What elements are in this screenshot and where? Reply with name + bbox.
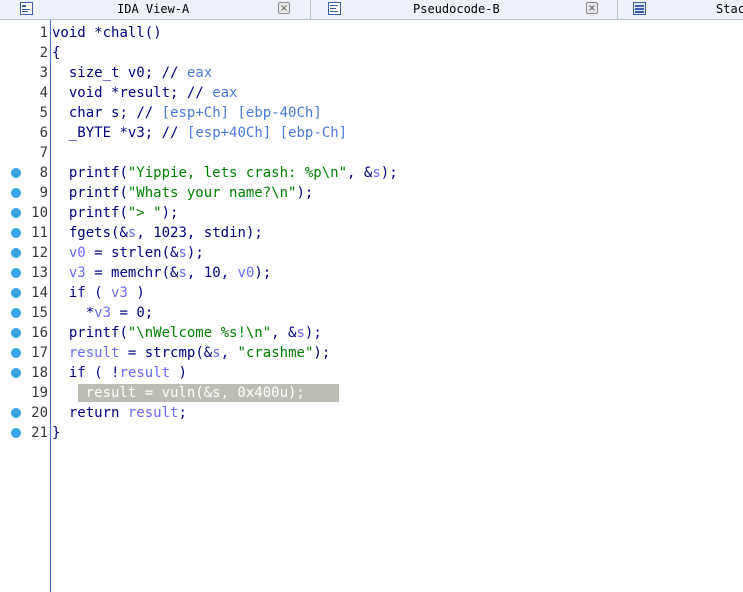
code-text: size_t v0; // eax: [68, 65, 213, 81]
tab-pseudocode-b[interactable]: Pseudocode-B ×: [310, 0, 618, 19]
code-text: if ( v3 ): [68, 285, 145, 301]
tab-stack[interactable]: Stac: [617, 0, 743, 19]
code-line[interactable]: 1 void *chall(): [0, 23, 743, 43]
code-line[interactable]: 8 printf("Yippie, lets crash: %p\n", &s)…: [0, 163, 743, 183]
code-text: fgets(&s, 1023, stdin);: [68, 225, 263, 241]
line-number: 7: [39, 145, 48, 161]
breakpoint-dot-icon[interactable]: [11, 288, 21, 298]
pseudocode-icon: [328, 2, 341, 15]
breakpoint-dot-icon[interactable]: [11, 188, 21, 198]
breakpoint-dot-icon[interactable]: [11, 208, 21, 218]
code-line[interactable]: 10 printf("> ");: [0, 203, 743, 223]
breakpoint-dot-icon[interactable]: [11, 268, 21, 278]
code-text: result = strcmp(&s, "crashme");: [68, 345, 331, 361]
tab-bar: IDA View-A × Pseudocode-B × Stac: [0, 0, 743, 20]
line-number: 10: [31, 205, 48, 221]
code-line[interactable]: 20 return result;: [0, 403, 743, 423]
code-line[interactable]: 7: [0, 143, 743, 163]
line-number: 4: [39, 85, 48, 101]
tab-label: Pseudocode-B: [413, 2, 500, 16]
code-text: printf("> ");: [68, 205, 179, 221]
line-number: 15: [31, 305, 48, 321]
line-number: 21: [31, 425, 48, 441]
code-line[interactable]: 16 printf("\nWelcome %s!\n", &s);: [0, 323, 743, 343]
line-number: 1: [39, 25, 48, 41]
line-number: 20: [31, 405, 48, 421]
code-line[interactable]: 9 printf("Whats your name?\n");: [0, 183, 743, 203]
code-text: v0 = strlen(&s);: [68, 245, 204, 261]
code-line[interactable]: 3 size_t v0; // eax: [0, 63, 743, 83]
code-text: result = vuln(&s, 0x400u);: [52, 385, 305, 401]
line-number: 3: [39, 65, 48, 81]
code-line[interactable]: 14 if ( v3 ): [0, 283, 743, 303]
code-text: return result;: [68, 405, 187, 421]
line-number: 16: [31, 325, 48, 341]
line-number: 14: [31, 285, 48, 301]
breakpoint-dot-icon[interactable]: [11, 168, 21, 178]
breakpoint-dot-icon[interactable]: [11, 348, 21, 358]
breakpoint-dot-icon[interactable]: [11, 328, 21, 338]
tab-label: Stac: [716, 2, 743, 16]
code-text: *v3 = 0;: [85, 305, 154, 321]
code-text: printf("Yippie, lets crash: %p\n", &s);: [68, 165, 398, 181]
line-number: 11: [31, 225, 48, 241]
code-text: _BYTE *v3; // [esp+40Ch] [ebp-Ch]: [68, 125, 348, 141]
code-line[interactable]: 13 v3 = memchr(&s, 10, v0);: [0, 263, 743, 283]
code-line[interactable]: 17 result = strcmp(&s, "crashme");: [0, 343, 743, 363]
breakpoint-dot-icon[interactable]: [11, 368, 21, 378]
line-number: 19: [31, 385, 48, 401]
line-number: 18: [31, 365, 48, 381]
line-number: 12: [31, 245, 48, 261]
breakpoint-dot-icon[interactable]: [11, 428, 21, 438]
code-text: void *result; // eax: [68, 85, 238, 101]
code-line[interactable]: 12 v0 = strlen(&s);: [0, 243, 743, 263]
code-text: v3 = memchr(&s, 10, v0);: [68, 265, 272, 281]
tab-label: IDA View-A: [117, 2, 190, 16]
breakpoint-dot-icon[interactable]: [11, 308, 21, 318]
line-number: 5: [39, 105, 48, 121]
line-number: 6: [39, 125, 48, 141]
pseudocode-editor[interactable]: 1 void *chall() 2{3 size_t v0; // eax 4 voi…: [0, 20, 743, 592]
code-line[interactable]: 18 if ( !result ): [0, 363, 743, 383]
code-line[interactable]: 5 char s; // [esp+Ch] [ebp-40Ch]: [0, 103, 743, 123]
code-line[interactable]: 2{: [0, 43, 743, 63]
code-line[interactable]: 11 fgets(&s, 1023, stdin);: [0, 223, 743, 243]
code-text: {: [52, 45, 61, 61]
close-icon[interactable]: ×: [586, 2, 598, 14]
close-icon[interactable]: ×: [278, 2, 290, 14]
code-text: printf("Whats your name?\n");: [68, 185, 314, 201]
code-text: char s; // [esp+Ch] [ebp-40Ch]: [68, 105, 322, 121]
breakpoint-dot-icon[interactable]: [11, 408, 21, 418]
tab-ida-view-a[interactable]: IDA View-A ×: [0, 0, 311, 19]
code-line[interactable]: 21}: [0, 423, 743, 443]
line-number: 2: [39, 45, 48, 61]
ida-view-icon: [20, 2, 33, 15]
line-number: 8: [39, 165, 48, 181]
breakpoint-dot-icon[interactable]: [11, 228, 21, 238]
line-number: 17: [31, 345, 48, 361]
code-line[interactable]: 6 _BYTE *v3; // [esp+40Ch] [ebp-Ch]: [0, 123, 743, 143]
code-text: if ( !result ): [68, 365, 187, 381]
line-number: 13: [31, 265, 48, 281]
code-text: printf("\nWelcome %s!\n", &s);: [68, 325, 322, 341]
breakpoint-dot-icon[interactable]: [11, 248, 21, 258]
code-line[interactable]: 15 *v3 = 0;: [0, 303, 743, 323]
code-text: }: [52, 425, 61, 441]
code-line[interactable]: 4 void *result; // eax: [0, 83, 743, 103]
code-text: void *chall(): [52, 25, 162, 41]
code-line[interactable]: 19 result = vuln(&s, 0x400u);: [0, 383, 743, 403]
stack-view-icon: [633, 2, 646, 15]
line-number: 9: [39, 185, 48, 201]
